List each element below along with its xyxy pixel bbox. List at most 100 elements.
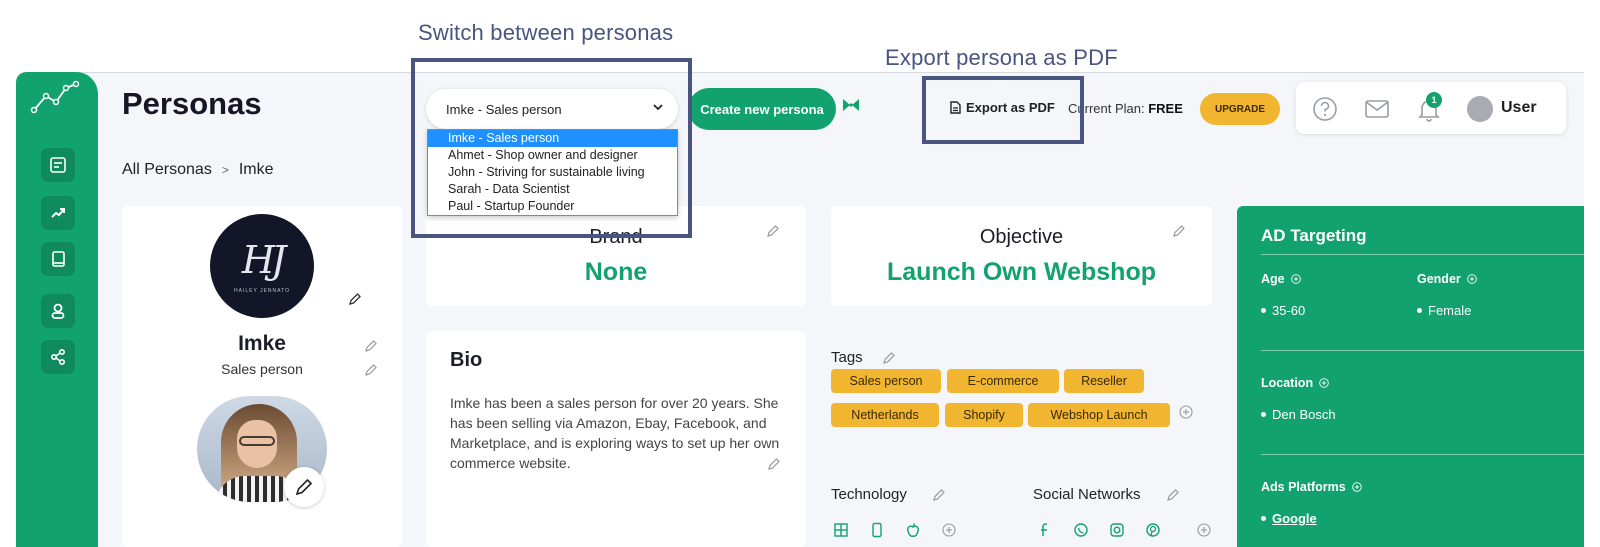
breadcrumb: All Personas > Imke [122,161,274,179]
gender-value: Female [1417,303,1471,318]
windows-icon[interactable] [833,522,849,538]
app-window: Personas All Personas > Imke Imke - Sale… [16,72,1584,547]
divider [1261,350,1584,351]
sidebar-item-trend[interactable] [41,196,75,230]
breadcrumb-root[interactable]: All Personas [122,161,212,179]
profile-card: HJ HAILEY JENNATO Imke Sales person [122,206,402,547]
page-title: Personas [122,86,262,121]
tags-title: Tags [831,349,863,366]
gender-label: Gender [1417,272,1477,286]
objective-card: Objective Launch Own Webshop [831,206,1212,306]
persona-role: Sales person [221,361,303,377]
objective-label: Objective [979,226,1064,248]
pencil-icon [295,478,313,496]
divider [1261,254,1584,255]
ads-platforms-label: Ads Platforms [1261,480,1362,494]
user-toolbar: 1 User [1296,82,1566,134]
bow-icon [843,99,859,111]
sidebar-item-book[interactable] [41,242,75,276]
plan-value: FREE [1148,101,1183,116]
bio-text: Imke has been a sales person for over 20… [450,395,780,471]
tag-reseller[interactable]: Reseller [1064,369,1144,393]
pinterest-icon[interactable] [1145,522,1161,538]
gender-label-text: Gender [1417,272,1461,286]
age-label: Age [1261,272,1301,286]
brand-logo: HJ HAILEY JENNATO [210,214,314,318]
edit-bio-pencil-icon[interactable] [767,457,781,471]
switch-personas-highlight [411,58,692,238]
edit-role-pencil-icon[interactable] [364,363,378,377]
persona-icon [51,303,65,319]
tag-netherlands[interactable]: Netherlands [831,403,939,427]
edit-social-pencil-icon[interactable] [1166,488,1180,502]
edit-logo-pencil-icon[interactable] [348,292,362,306]
mail-icon[interactable] [1364,96,1390,122]
sidebar-item-share[interactable] [41,340,75,374]
tag-shopify[interactable]: Shopify [945,403,1023,427]
objective-value: Launch Own Webshop [887,258,1156,286]
location-value: Den Bosch [1261,407,1336,422]
trend-icon [51,208,65,218]
edit-brand-pencil-icon[interactable] [766,224,780,238]
notes-icon [50,157,66,173]
tag-webshop-launch[interactable]: Webshop Launch [1028,403,1170,427]
screenshot-stage: Switch between personas Export persona a… [0,0,1600,547]
switch-personas-caption: Switch between personas [418,20,674,45]
upgrade-button[interactable]: UPGRADE [1200,93,1280,125]
add-tag-icon[interactable] [1179,405,1193,419]
whatsapp-icon[interactable] [1073,522,1089,538]
ads-platforms-label-text: Ads Platforms [1261,480,1346,494]
divider [16,72,1584,73]
add-age-icon[interactable] [1290,274,1301,284]
photo-glasses [239,436,275,446]
divider [1261,454,1584,455]
tag-sales-person[interactable]: Sales person [831,369,941,393]
current-plan: Current Plan: FREE [1068,101,1183,116]
bio-card: Bio Imke has been a sales person for ove… [426,331,806,547]
export-pdf-caption: Export persona as PDF [885,45,1118,70]
create-persona-button[interactable]: Create new persona [688,88,836,130]
age-value: 35-60 [1261,303,1305,318]
ads-platform-google-link[interactable]: Google [1261,511,1317,526]
export-pdf-highlight [922,76,1084,144]
share-icon [50,348,66,366]
sidebar-item-notes[interactable] [41,148,75,182]
edit-photo-button[interactable] [284,467,324,507]
ad-targeting-panel: AD Targeting Age 35-60 Gender Female Loc… [1237,206,1584,547]
bio-title: Bio [450,349,483,371]
avatar[interactable] [1467,96,1493,122]
logo-monogram: HJ [241,238,286,282]
breadcrumb-current: Imke [238,161,274,178]
apple-icon[interactable] [905,522,921,538]
age-label-text: Age [1261,272,1285,286]
technology-title: Technology [831,486,907,503]
edit-objective-pencil-icon[interactable] [1172,224,1186,238]
instagram-icon[interactable] [1109,522,1125,538]
add-gender-icon[interactable] [1467,274,1477,284]
sidebar [16,72,98,547]
persona-name: Imke [238,332,286,355]
location-label: Location [1261,376,1329,390]
logo-subtitle: HAILEY JENNATO [234,288,290,294]
add-location-icon[interactable] [1319,378,1329,388]
sidebar-item-persona[interactable] [41,294,75,328]
add-social-icon[interactable] [1196,522,1212,538]
edit-tags-pencil-icon[interactable] [882,351,896,365]
brand-value: None [584,258,648,286]
notification-badge: 1 [1426,92,1442,108]
social-networks-title: Social Networks [1033,486,1141,503]
edit-technology-pencil-icon[interactable] [932,488,946,502]
location-label-text: Location [1261,376,1314,390]
mobile-icon[interactable] [869,522,885,538]
app-logo-icon[interactable] [30,80,82,116]
tag-ecommerce[interactable]: E-commerce [947,369,1059,393]
edit-name-pencil-icon[interactable] [364,339,378,353]
facebook-icon[interactable] [1037,522,1053,538]
user-name[interactable]: User [1501,99,1537,117]
breadcrumb-separator: > [221,163,229,177]
help-icon[interactable] [1312,96,1338,122]
ad-targeting-title: AD Targeting [1261,226,1367,245]
add-platform-icon[interactable] [1351,482,1362,492]
add-technology-icon[interactable] [941,522,957,538]
book-icon [52,251,65,267]
